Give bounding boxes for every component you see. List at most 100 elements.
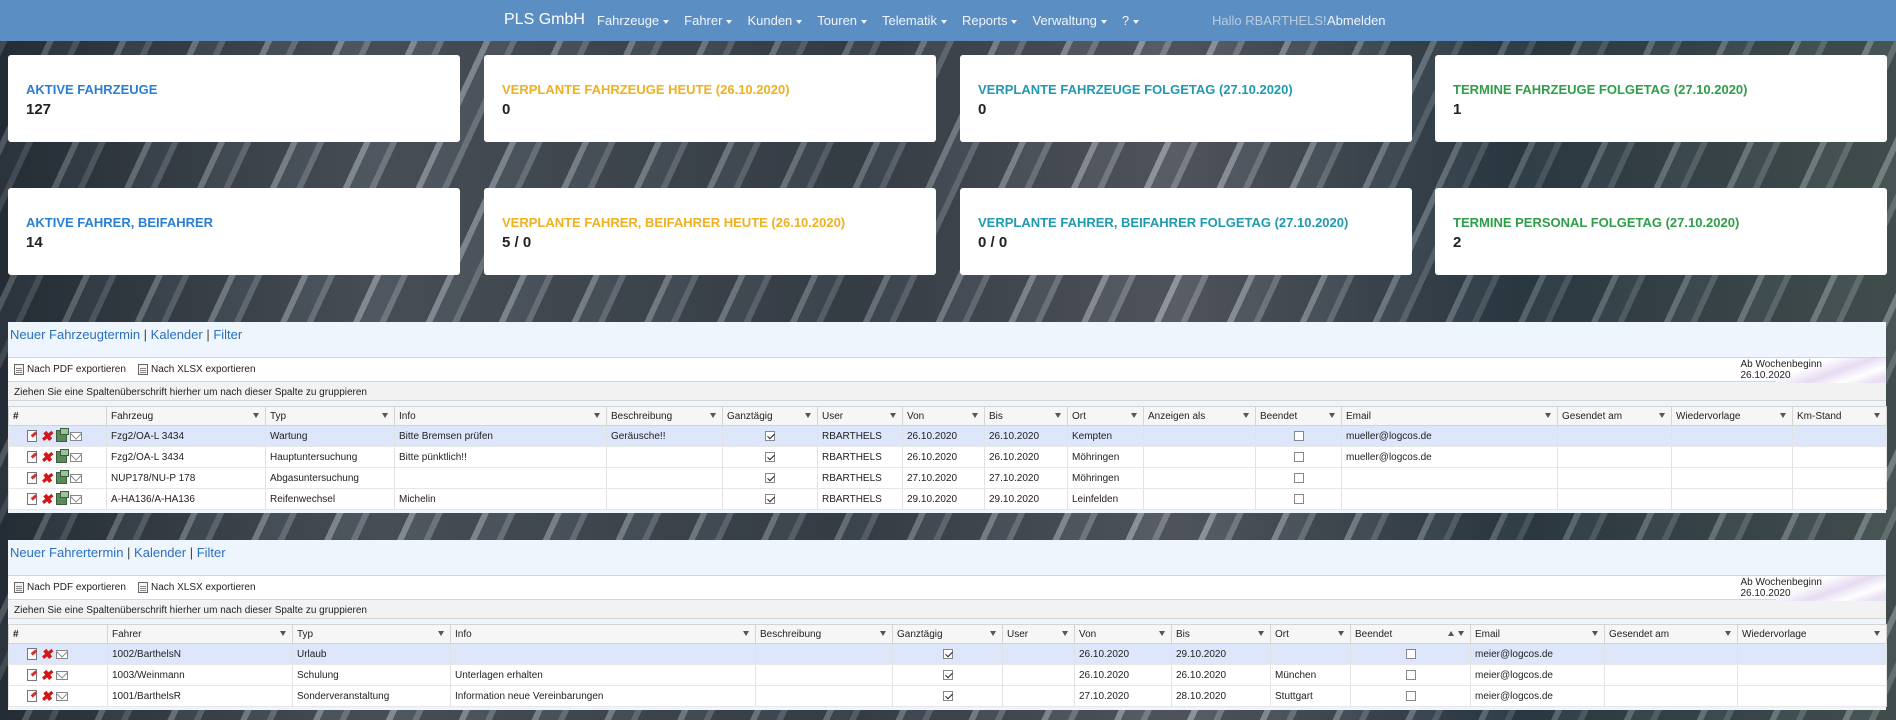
export-xlsx-button[interactable]: Nach XLSX exportieren bbox=[138, 582, 256, 593]
filter-icon[interactable] bbox=[1329, 413, 1335, 418]
col-header-fahrer[interactable]: Fahrer bbox=[107, 624, 293, 644]
filter-icon[interactable] bbox=[1243, 413, 1249, 418]
checkbox-checked[interactable] bbox=[942, 669, 953, 680]
mail-icon[interactable] bbox=[70, 494, 82, 504]
delete-icon[interactable]: ✖ bbox=[40, 450, 53, 464]
col-header-typ[interactable]: Typ bbox=[292, 624, 451, 644]
menu-touren[interactable]: Touren bbox=[817, 13, 868, 28]
filter-icon[interactable] bbox=[1131, 413, 1137, 418]
filter-icon[interactable] bbox=[382, 413, 388, 418]
card-planned-drivers-next-day[interactable]: VERPLANTE FAHRER, BEIFAHRER FOLGETAG (27… bbox=[960, 188, 1412, 275]
col-header-number[interactable]: # bbox=[8, 624, 108, 644]
edit-icon[interactable] bbox=[27, 430, 37, 442]
copy-icon[interactable] bbox=[56, 491, 69, 505]
filter-icon[interactable] bbox=[1062, 631, 1068, 636]
card-active-drivers[interactable]: AKTIVE FAHRER, BEIFAHRER 14 bbox=[8, 188, 460, 275]
col-header-ort[interactable]: Ort bbox=[1067, 406, 1144, 426]
col-header-wiedervorlage[interactable]: Wiedervorlage bbox=[1671, 406, 1793, 426]
card-active-vehicles[interactable]: AKTIVE FAHRZEUGE 127 bbox=[8, 55, 460, 142]
col-header-beschreibung[interactable]: Beschreibung bbox=[606, 406, 723, 426]
delete-icon[interactable]: ✖ bbox=[40, 492, 53, 506]
col-header-ort[interactable]: Ort bbox=[1270, 624, 1351, 644]
card-planned-drivers-today[interactable]: VERPLANTE FAHRER, BEIFAHRER HEUTE (26.10… bbox=[484, 188, 936, 275]
checkbox-checked[interactable] bbox=[942, 690, 953, 701]
filter-icon[interactable] bbox=[253, 413, 259, 418]
col-header-gesendet-am[interactable]: Gesendet am bbox=[1557, 406, 1672, 426]
filter-icon[interactable] bbox=[1458, 631, 1464, 636]
filter-icon[interactable] bbox=[280, 631, 286, 636]
col-header-von[interactable]: Von bbox=[1074, 624, 1172, 644]
mail-icon[interactable] bbox=[56, 670, 68, 680]
filter-icon[interactable] bbox=[1592, 631, 1598, 636]
checkbox-checked[interactable] bbox=[765, 472, 775, 483]
col-header-von[interactable]: Von bbox=[902, 406, 985, 426]
filter-icon[interactable] bbox=[1338, 631, 1344, 636]
col-header-user[interactable]: User bbox=[1002, 624, 1075, 644]
logout-link[interactable]: Abmelden bbox=[1327, 13, 1386, 28]
filter-icon[interactable] bbox=[1659, 413, 1665, 418]
filter-icon[interactable] bbox=[1055, 413, 1061, 418]
card-planned-vehicles-today[interactable]: VERPLANTE FAHRZEUGE HEUTE (26.10.2020) 0 bbox=[484, 55, 936, 142]
table-row[interactable]: ✖ A-HA136/A-HA136 Reifenwechsel Michelin… bbox=[8, 488, 1887, 510]
table-row[interactable]: ✖ 1002/BarthelsN Urlaub 26.10.2020 29.10… bbox=[8, 643, 1887, 665]
checkbox-checked[interactable] bbox=[765, 451, 775, 462]
mail-icon[interactable] bbox=[56, 649, 68, 659]
col-header-beschreibung[interactable]: Beschreibung bbox=[755, 624, 893, 644]
card-planned-vehicles-next-day[interactable]: VERPLANTE FAHRZEUGE FOLGETAG (27.10.2020… bbox=[960, 55, 1412, 142]
filter-icon[interactable] bbox=[1725, 631, 1731, 636]
col-header-bis[interactable]: Bis bbox=[1171, 624, 1271, 644]
filter-icon[interactable] bbox=[438, 631, 444, 636]
menu-kunden[interactable]: Kunden bbox=[747, 13, 803, 28]
table-row[interactable]: ✖ Fzg2/OA-L 3434 Wartung Bitte Bremsen p… bbox=[8, 425, 1887, 447]
col-header-email[interactable]: Email bbox=[1470, 624, 1605, 644]
filter-icon[interactable] bbox=[710, 413, 716, 418]
edit-icon[interactable] bbox=[27, 690, 37, 702]
col-header-wiedervorlage[interactable]: Wiedervorlage bbox=[1737, 624, 1887, 644]
edit-icon[interactable] bbox=[27, 493, 37, 505]
checkbox-unchecked[interactable] bbox=[1293, 430, 1304, 441]
delete-icon[interactable]: ✖ bbox=[40, 647, 53, 661]
delete-icon[interactable]: ✖ bbox=[40, 429, 53, 443]
new-vehicle-appointment-link[interactable]: Neuer Fahrzeugtermin bbox=[10, 327, 140, 342]
filter-icon[interactable] bbox=[1258, 631, 1264, 636]
filter-icon[interactable] bbox=[805, 413, 811, 418]
checkbox-unchecked[interactable] bbox=[1293, 472, 1304, 483]
copy-icon[interactable] bbox=[56, 449, 69, 463]
table-row[interactable]: ✖ 1001/BarthelsR Sonderveranstaltung Inf… bbox=[8, 685, 1887, 707]
menu-reports[interactable]: Reports bbox=[962, 13, 1018, 28]
delete-icon[interactable]: ✖ bbox=[40, 668, 53, 682]
filter-link[interactable]: Filter bbox=[197, 545, 226, 560]
delete-icon[interactable]: ✖ bbox=[40, 689, 53, 703]
edit-icon[interactable] bbox=[27, 472, 37, 484]
filter-icon[interactable] bbox=[743, 631, 749, 636]
checkbox-checked[interactable] bbox=[765, 430, 775, 441]
checkbox-unchecked[interactable] bbox=[1293, 451, 1304, 462]
edit-icon[interactable] bbox=[27, 648, 37, 660]
group-by-drop-area[interactable]: Ziehen Sie eine Spaltenüberschrift hierh… bbox=[8, 601, 1886, 619]
checkbox-checked[interactable] bbox=[942, 648, 953, 659]
col-header-ganztaegig[interactable]: Ganztägig bbox=[892, 624, 1003, 644]
mail-icon[interactable] bbox=[70, 452, 82, 462]
col-header-email[interactable]: Email bbox=[1341, 406, 1558, 426]
col-header-bis[interactable]: Bis bbox=[984, 406, 1068, 426]
mail-icon[interactable] bbox=[70, 431, 82, 441]
checkbox-unchecked[interactable] bbox=[1405, 690, 1416, 701]
card-staff-appointments-next-day[interactable]: TERMINE PERSONAL FOLGETAG (27.10.2020) 2 bbox=[1435, 188, 1887, 275]
filter-link[interactable]: Filter bbox=[213, 327, 242, 342]
checkbox-unchecked[interactable] bbox=[1405, 648, 1416, 659]
export-xlsx-button[interactable]: Nach XLSX exportieren bbox=[138, 364, 256, 375]
col-header-km-stand[interactable]: Km-Stand bbox=[1792, 406, 1887, 426]
col-header-number[interactable]: # bbox=[8, 406, 107, 426]
checkbox-checked[interactable] bbox=[765, 493, 775, 504]
filter-icon[interactable] bbox=[1545, 413, 1551, 418]
checkbox-unchecked[interactable] bbox=[1405, 669, 1416, 680]
col-header-anzeigen-als[interactable]: Anzeigen als bbox=[1143, 406, 1256, 426]
col-header-info[interactable]: Info bbox=[394, 406, 607, 426]
menu-fahrer[interactable]: Fahrer bbox=[684, 13, 733, 28]
col-header-info[interactable]: Info bbox=[450, 624, 756, 644]
edit-icon[interactable] bbox=[27, 669, 37, 681]
sort-ascending-icon[interactable] bbox=[1448, 631, 1454, 636]
col-header-beendet[interactable]: Beendet bbox=[1255, 406, 1342, 426]
calendar-link[interactable]: Kalender bbox=[151, 327, 203, 342]
col-header-ganztaegig[interactable]: Ganztägig bbox=[722, 406, 818, 426]
